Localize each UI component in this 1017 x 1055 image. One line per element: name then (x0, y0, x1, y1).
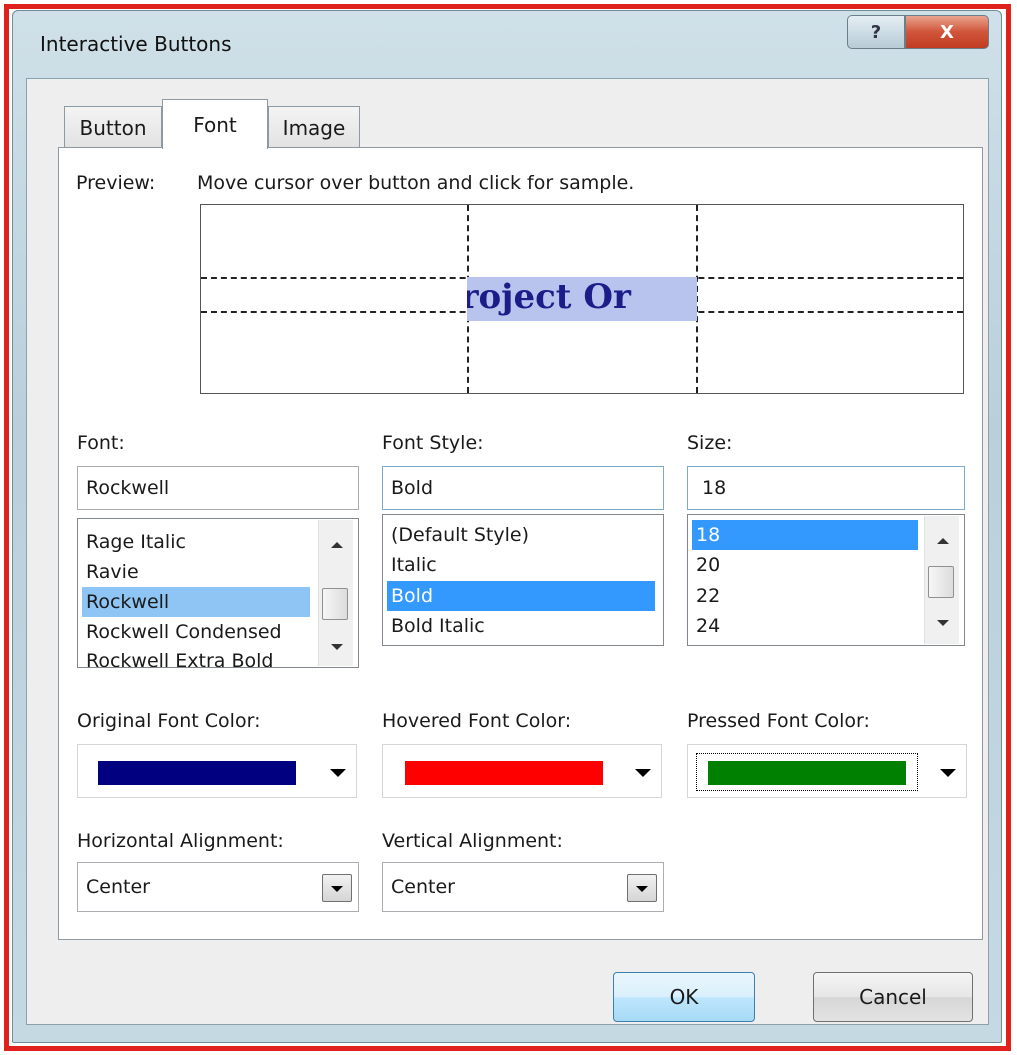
list-item[interactable]: Italic (387, 550, 437, 580)
original-font-color-label: Original Font Color: (77, 710, 261, 732)
font-list[interactable]: Rage Italic Ravie Rockwell Rockwell Cond… (77, 518, 359, 668)
dropdown-arrow-icon (330, 769, 346, 777)
list-item-selected[interactable]: Bold (387, 581, 655, 611)
font-style-label: Font Style: (382, 432, 484, 454)
list-item[interactable]: 20 (692, 550, 720, 580)
list-item[interactable]: (Default Style) (387, 520, 529, 550)
font-input[interactable]: Rockwell (77, 466, 359, 510)
ok-button[interactable]: OK (613, 972, 755, 1022)
scroll-thumb[interactable] (928, 566, 954, 598)
pressed-font-color-picker[interactable] (687, 744, 967, 798)
combo-value: Center (391, 876, 455, 898)
original-font-color-picker[interactable] (77, 744, 357, 798)
list-item[interactable]: Ravie (82, 557, 139, 587)
dropdown-button[interactable] (322, 874, 352, 902)
list-item[interactable]: Rockwell Extra Bold (82, 646, 273, 667)
tab-button[interactable]: Button (64, 106, 162, 148)
tab-image[interactable]: Image (268, 106, 360, 148)
tab-font[interactable]: Font (162, 99, 268, 149)
scroll-down-icon[interactable] (937, 620, 949, 626)
list-item[interactable]: Rage Italic (82, 527, 186, 557)
close-button[interactable]: X (905, 15, 989, 49)
vertical-alignment-label: Vertical Alignment: (382, 830, 563, 852)
hovered-font-color-label: Hovered Font Color: (382, 710, 572, 732)
dropdown-button[interactable] (627, 874, 657, 902)
preview-label: Preview: (76, 172, 156, 194)
scroll-up-icon[interactable] (331, 542, 343, 548)
dropdown-arrow-icon (940, 769, 956, 777)
combo-value: Center (86, 876, 150, 898)
list-item-selected[interactable]: 18 (692, 520, 918, 550)
color-swatch (98, 761, 296, 785)
font-list-scrollbar[interactable] (318, 520, 353, 666)
list-item-selected[interactable]: Rockwell (82, 587, 310, 617)
size-label: Size: (687, 432, 733, 454)
preview-hint: Move cursor over button and click for sa… (197, 172, 635, 194)
font-style-input[interactable]: Bold (382, 466, 664, 510)
dropdown-arrow-icon (635, 769, 651, 777)
vertical-alignment-select[interactable]: Center (382, 862, 664, 912)
list-item[interactable]: 22 (692, 581, 720, 611)
cancel-button[interactable]: Cancel (813, 972, 973, 1022)
dialog-title: Interactive Buttons (40, 32, 232, 56)
horizontal-alignment-label: Horizontal Alignment: (77, 830, 284, 852)
list-item[interactable]: 24 (692, 611, 720, 641)
font-label: Font: (77, 432, 125, 454)
color-swatch (405, 761, 603, 785)
sample-button-text: Project Or (467, 277, 631, 317)
horizontal-alignment-select[interactable]: Center (77, 862, 359, 912)
preview-area[interactable]: Project Or (200, 204, 964, 394)
scroll-thumb[interactable] (322, 588, 348, 620)
size-input[interactable]: 18 (687, 466, 965, 510)
size-list[interactable]: 18 20 22 24 (687, 514, 965, 646)
pressed-font-color-label: Pressed Font Color: (687, 710, 870, 732)
scroll-up-icon[interactable] (937, 538, 949, 544)
color-swatch (708, 761, 906, 785)
hovered-font-color-picker[interactable] (382, 744, 662, 798)
size-list-scrollbar[interactable] (924, 516, 959, 644)
list-item[interactable]: Bold Italic (387, 611, 485, 641)
scroll-down-icon[interactable] (331, 644, 343, 650)
list-item[interactable]: Rockwell Condensed (82, 617, 282, 647)
font-style-list[interactable]: (Default Style) Italic Bold Bold Italic (382, 514, 664, 646)
sample-button[interactable]: Project Or (467, 277, 697, 321)
help-button[interactable]: ? (847, 15, 905, 49)
